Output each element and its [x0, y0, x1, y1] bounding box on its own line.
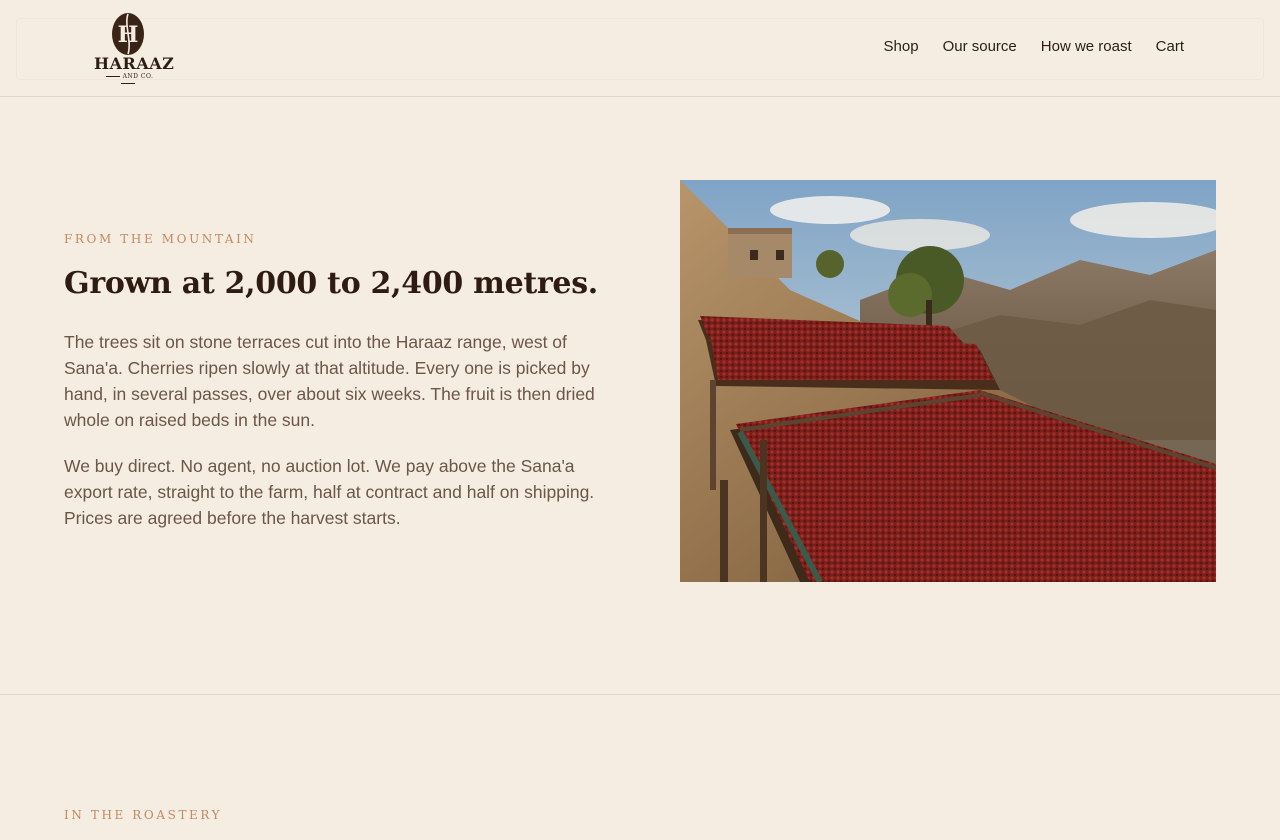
- main-nav: Shop Our source How we roast Cart: [884, 38, 1184, 55]
- section-headline: Grown at 2,000 to 2,400 metres.: [64, 266, 598, 301]
- nav-our-source[interactable]: Our source: [943, 38, 1017, 55]
- section-eyebrow: FROM THE MOUNTAIN: [64, 232, 257, 246]
- logo-monogram: H: [118, 22, 139, 48]
- drying-beds-photo: [680, 180, 1216, 582]
- drying-beds-image-icon: [680, 180, 1216, 582]
- nav-cart[interactable]: Cart: [1156, 38, 1184, 55]
- nav-shop[interactable]: Shop: [884, 38, 919, 55]
- logo-subtitle: AND CO.: [94, 73, 162, 87]
- logo-wordmark: HARAAZ: [94, 54, 175, 73]
- site-header: H HARAAZ AND CO. Shop Our source How we …: [0, 0, 1280, 97]
- source-paragraph-2: We buy direct. No agent, no auction lot.…: [64, 456, 595, 528]
- coffee-bean-logo-icon: H: [112, 13, 144, 55]
- roastery-eyebrow: IN THE ROASTERY: [64, 808, 223, 822]
- section-divider: [0, 694, 1280, 695]
- nav-how-we-roast[interactable]: How we roast: [1041, 38, 1132, 55]
- source-paragraph-1: The trees sit on stone terraces cut into…: [64, 332, 595, 430]
- brand-logo[interactable]: H HARAAZ AND CO.: [94, 12, 175, 87]
